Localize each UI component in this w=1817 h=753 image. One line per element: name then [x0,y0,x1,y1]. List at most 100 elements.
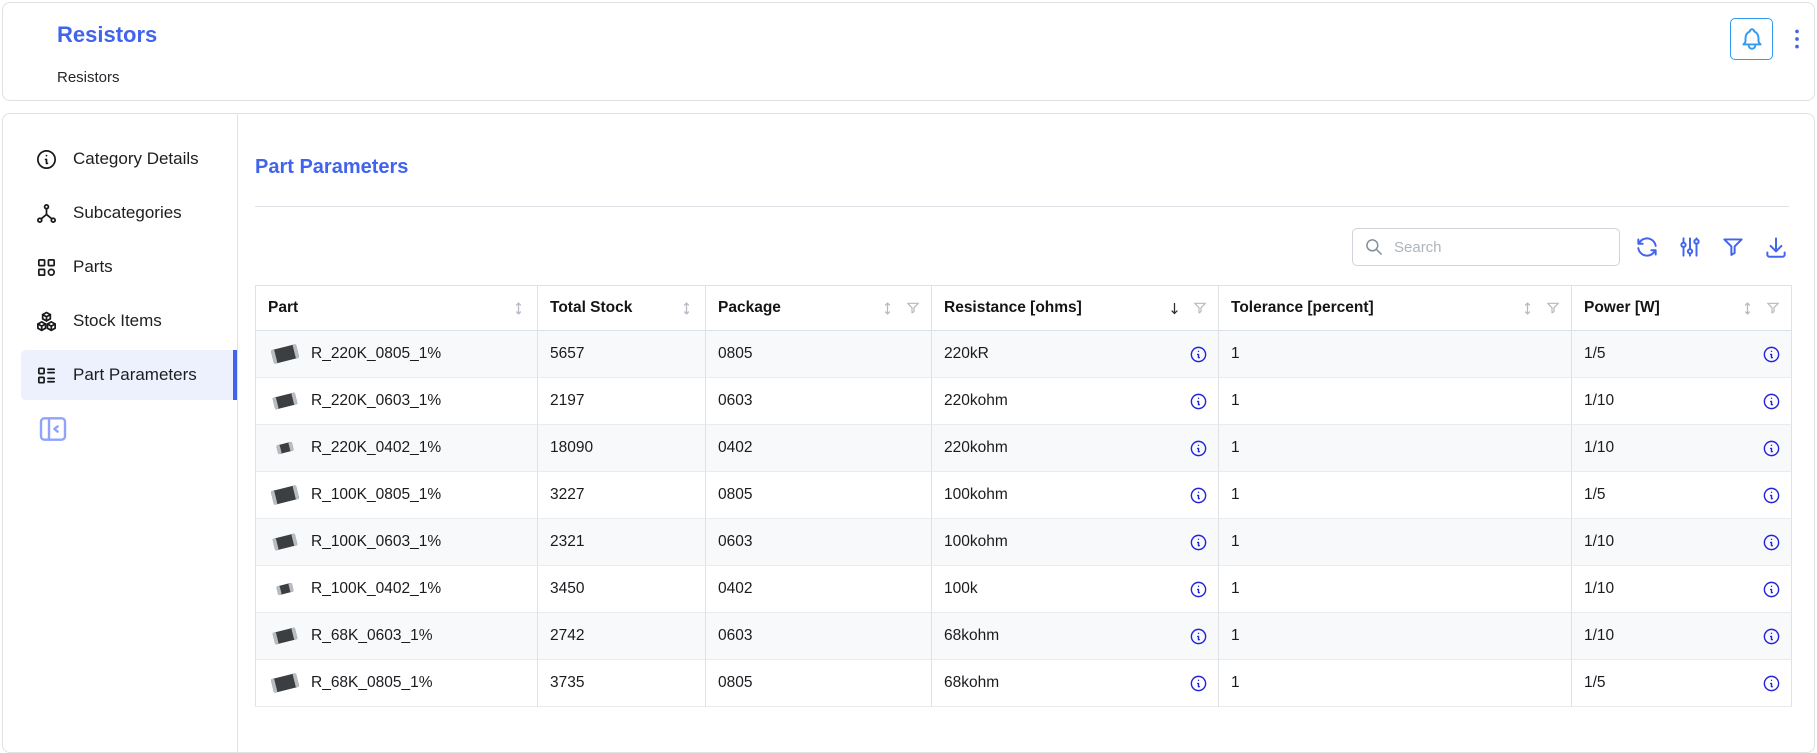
table-header-row: PartTotal StockPackageResistance [ohms]T… [255,285,1792,331]
power-value: 1/10 [1584,392,1614,410]
sort-toggle-icon[interactable] [510,300,527,317]
part-name: R_100K_0603_1% [311,533,441,551]
total-stock-cell: 2321 [537,519,705,566]
total-stock-cell: 18090 [537,425,705,472]
part-thumbnail [268,670,302,696]
table-row[interactable]: R_68K_0603_1%2742060368kohm11/10 [255,613,1792,660]
total-stock-cell: 3227 [537,472,705,519]
filter-icon [1720,234,1746,260]
part-name: R_220K_0805_1% [311,345,441,363]
panel-divider [255,206,1789,207]
package-cell: 0805 [705,331,931,378]
package-cell: 0603 [705,613,931,660]
sort-toggle-icon[interactable] [879,300,896,317]
tolerance-cell: 1 [1218,378,1571,425]
sidebar-item-category-details[interactable]: Category Details [21,134,237,184]
collapse-sidebar-button[interactable] [37,413,69,445]
table-row[interactable]: R_100K_0402_1%34500402100k11/10 [255,566,1792,613]
notifications-button[interactable] [1730,18,1773,60]
column-header-package[interactable]: Package [705,285,931,331]
tolerance-cell: 1 [1218,425,1571,472]
tolerance-cell: 1 [1218,331,1571,378]
power-value: 1/5 [1584,674,1606,692]
resistance-value: 100k [944,580,978,598]
power-value: 1/10 [1584,627,1614,645]
list-details-icon [35,364,58,387]
column-header-total_stock[interactable]: Total Stock [537,285,705,331]
total-stock-cell: 3735 [537,660,705,707]
parameter-info-icon[interactable] [1762,533,1781,552]
search-box[interactable] [1352,228,1620,266]
column-filter-icon[interactable] [1192,300,1208,316]
table-row[interactable]: R_68K_0805_1%3735080568kohm11/5 [255,660,1792,707]
parameter-info-icon[interactable] [1189,345,1208,364]
parameter-info-icon[interactable] [1189,486,1208,505]
tolerance-cell: 1 [1218,613,1571,660]
package-cell: 0402 [705,566,931,613]
table-row[interactable]: R_220K_0603_1%21970603220kohm11/10 [255,378,1792,425]
part-thumbnail [268,388,302,414]
tolerance-cell: 1 [1218,519,1571,566]
column-header-resistance[interactable]: Resistance [ohms] [931,285,1218,331]
column-filter-icon[interactable] [1545,300,1561,316]
parameter-info-icon[interactable] [1762,392,1781,411]
part-thumbnail [268,623,302,649]
sidebar-item-part-parameters[interactable]: Part Parameters [21,350,237,400]
table-columns-button[interactable] [1677,234,1703,260]
parameter-info-icon[interactable] [1762,486,1781,505]
sidebar-item-subcategories[interactable]: Subcategories [21,188,237,238]
parameter-info-icon[interactable] [1189,533,1208,552]
sidebar-item-label: Subcategories [73,203,182,223]
refresh-icon [1634,234,1660,260]
download-button[interactable] [1763,234,1789,260]
column-header-tolerance[interactable]: Tolerance [percent] [1218,285,1571,331]
resistance-value: 220kohm [944,439,1008,457]
power-value: 1/5 [1584,345,1606,363]
overflow-menu-button[interactable] [1784,26,1810,52]
table-row[interactable]: R_100K_0805_1%32270805100kohm11/5 [255,472,1792,519]
sidebar-item-label: Category Details [73,149,199,169]
sort-toggle-icon[interactable] [1739,300,1756,317]
bell-icon [1739,26,1765,52]
part-thumbnail [268,576,302,602]
refresh-button[interactable] [1634,234,1660,260]
parameter-info-icon[interactable] [1189,627,1208,646]
search-input[interactable] [1392,238,1608,257]
table-row[interactable]: R_220K_0805_1%56570805220kR11/5 [255,331,1792,378]
breadcrumb[interactable]: Resistors [57,69,120,86]
column-filter-icon[interactable] [1765,300,1781,316]
sidebar-item-label: Part Parameters [73,365,197,385]
main-panel: Category Details Subcategories Parts Stock … [2,113,1815,753]
sidebar-item-stock-items[interactable]: Stock Items [21,296,237,346]
parameter-info-icon[interactable] [1762,627,1781,646]
parameter-info-icon[interactable] [1189,580,1208,599]
resistance-value: 220kohm [944,392,1008,410]
column-header-power[interactable]: Power [W] [1571,285,1792,331]
power-value: 1/10 [1584,439,1614,457]
info-circle-icon [35,148,58,171]
parameter-info-icon[interactable] [1762,439,1781,458]
sidebar-item-label: Parts [73,257,113,277]
parameter-info-icon[interactable] [1762,674,1781,693]
sort-descending-icon[interactable] [1166,300,1183,317]
table-row[interactable]: R_100K_0603_1%23210603100kohm11/10 [255,519,1792,566]
filters-button[interactable] [1720,234,1746,260]
table-toolbar [255,228,1789,266]
table-row[interactable]: R_220K_0402_1%180900402220kohm11/10 [255,425,1792,472]
parameter-info-icon[interactable] [1762,580,1781,599]
part-name: R_100K_0805_1% [311,486,441,504]
part-name: R_220K_0603_1% [311,392,441,410]
column-header-part[interactable]: Part [255,285,537,331]
parameter-info-icon[interactable] [1762,345,1781,364]
parameter-info-icon[interactable] [1189,392,1208,411]
sort-toggle-icon[interactable] [1519,300,1536,317]
part-thumbnail [268,341,302,367]
tolerance-cell: 1 [1218,472,1571,519]
sort-toggle-icon[interactable] [678,300,695,317]
parameter-info-icon[interactable] [1189,674,1208,693]
column-filter-icon[interactable] [905,300,921,316]
sidebar: Category Details Subcategories Parts Stock … [3,114,238,752]
parameter-info-icon[interactable] [1189,439,1208,458]
sidebar-item-parts[interactable]: Parts [21,242,237,292]
resistance-value: 68kohm [944,627,999,645]
